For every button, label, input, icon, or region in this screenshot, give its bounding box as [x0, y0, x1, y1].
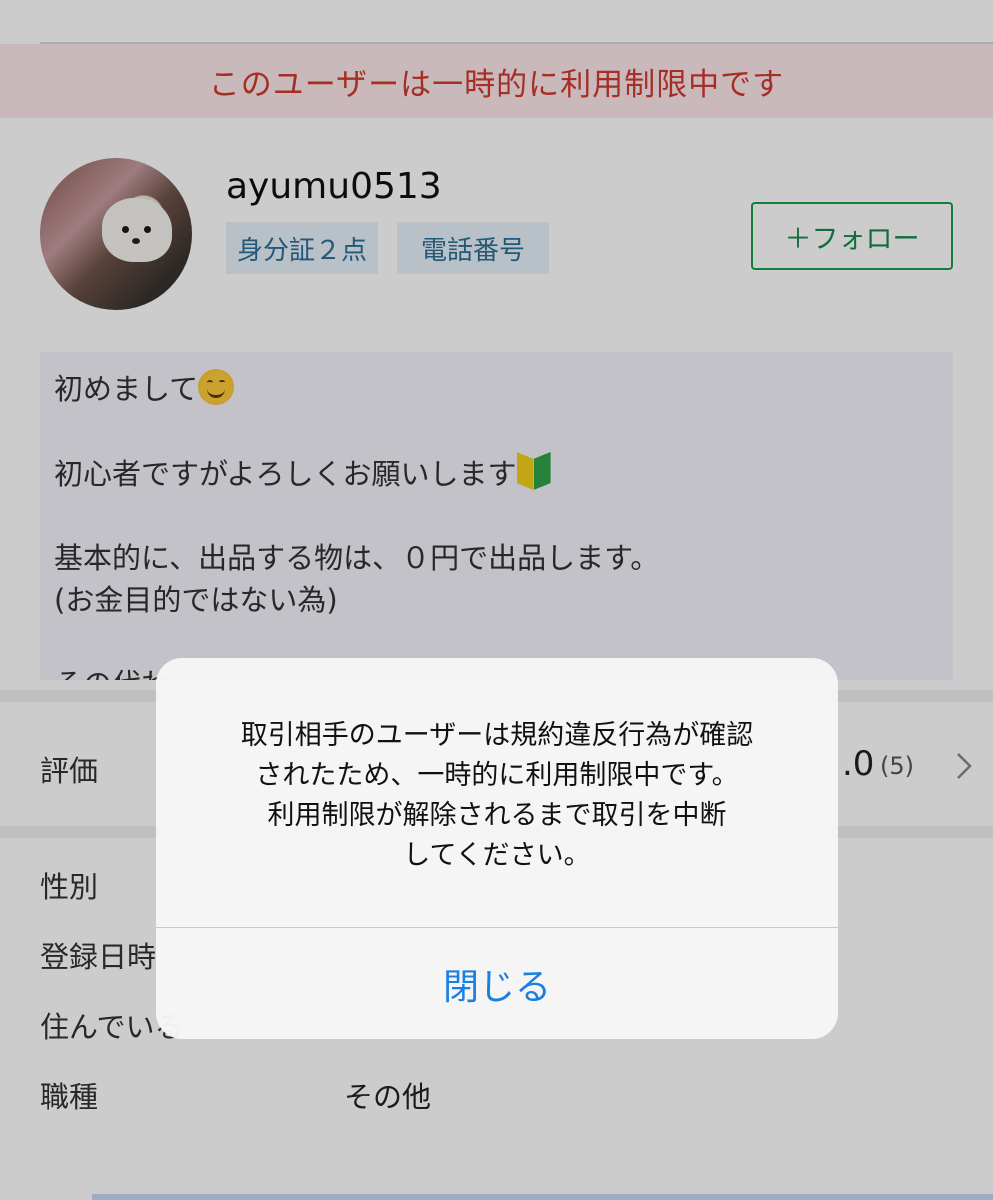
close-button[interactable]: 閉じる	[156, 928, 838, 1039]
alert-message-line: してください。	[403, 840, 591, 871]
alert-message: 取引相手のユーザーは規約違反行為が確認 されたため、一時的に利用制限中です。 利…	[186, 716, 808, 876]
alert-message-line: されたため、一時的に利用制限中です。	[255, 760, 739, 791]
alert-message-line: 利用制限が解除されるまで取引を中断	[267, 800, 727, 831]
alert-message-line: 取引相手のユーザーは規約違反行為が確認	[240, 720, 754, 751]
restriction-alert-dialog: 取引相手のユーザーは規約違反行為が確認 されたため、一時的に利用制限中です。 利…	[156, 658, 838, 1039]
